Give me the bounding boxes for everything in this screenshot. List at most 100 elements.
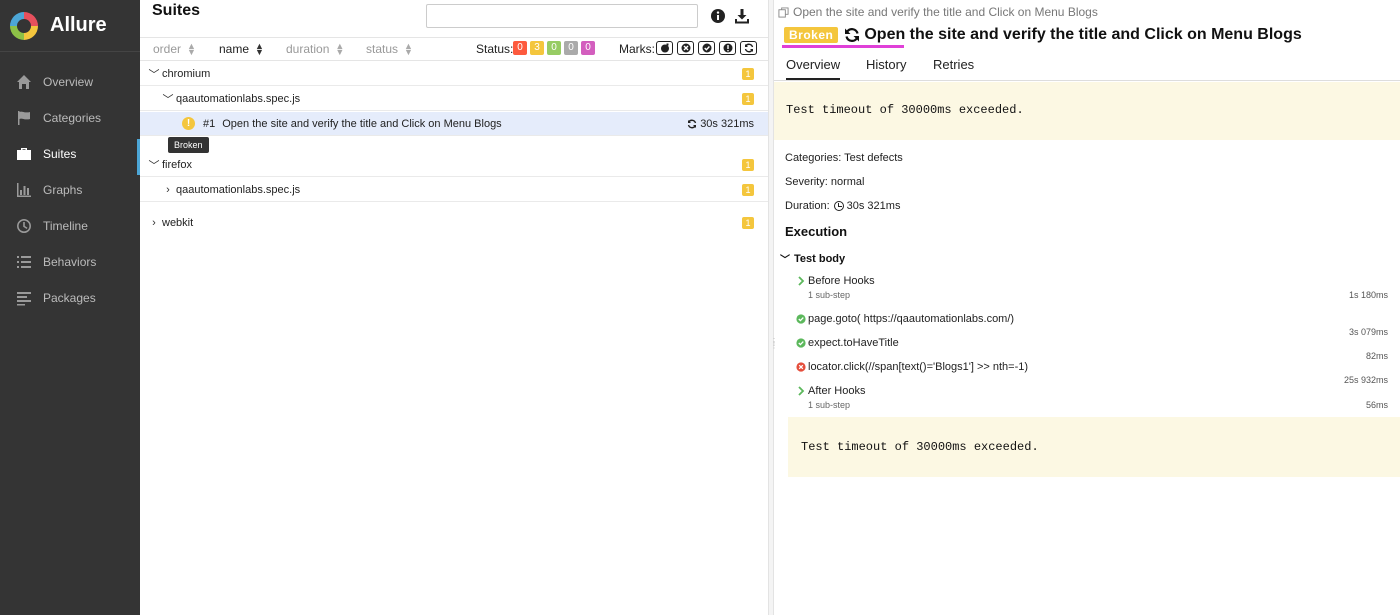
sidebar-item-categories[interactable]: Categories (0, 100, 140, 136)
check-circle-icon (796, 314, 806, 324)
tree-group-webkit[interactable]: › webkit 1 (140, 211, 768, 235)
group-label: qaautomationlabs.spec.js (176, 183, 301, 196)
chevron-down-icon: ﹀ (780, 255, 790, 266)
clock-icon (833, 201, 844, 211)
sidebar-item-label: Suites (43, 147, 77, 161)
step-name: Before Hooks (808, 275, 875, 287)
search-input[interactable] (426, 4, 698, 28)
sort-order[interactable]: order ▲ ▼ (153, 41, 196, 57)
step-substep-count: 1 sub-step (808, 290, 851, 300)
step-locator-click[interactable]: locator.click(//span[text()='Blogs1'] >>… (796, 361, 1028, 373)
chevron-down-icon: ﹀ (148, 159, 160, 172)
step-expect-title[interactable]: expect.toHaveTitle (796, 337, 899, 349)
allure-logo (10, 11, 38, 40)
sidebar-nav: Overview Categories Suites Graphs Timeli… (0, 64, 140, 316)
retries-mark-icon[interactable] (740, 41, 757, 55)
step-error-message: Test timeout of 30000ms exceeded. (788, 417, 1400, 477)
briefcase-icon (15, 146, 33, 162)
tab-retries[interactable]: Retries (933, 57, 974, 72)
info-icon[interactable] (710, 8, 726, 24)
align-left-icon (15, 290, 33, 306)
sidebar-item-timeline[interactable]: Timeline (0, 208, 140, 244)
step-duration: 82ms (1365, 351, 1388, 361)
step-after-hooks[interactable]: After Hooks (796, 385, 865, 397)
copy-icon (778, 6, 789, 18)
step-name: page.goto( https://qaautomationlabs.com/… (808, 313, 1015, 325)
chevron-right-icon: › (166, 183, 170, 196)
sidebar-item-behaviors[interactable]: Behaviors (0, 244, 140, 280)
sort-name-label: name (219, 42, 250, 56)
duration-value: 30s 321ms (846, 200, 901, 212)
breadcrumb[interactable]: Open the site and verify the title and C… (778, 5, 1098, 19)
chevron-right-icon (796, 276, 806, 286)
new-broken-mark-icon[interactable] (719, 41, 736, 55)
sort-name[interactable]: name ▲ ▼ (219, 42, 264, 57)
sort-duration-label: duration (286, 42, 330, 56)
status-unknown-toggle[interactable]: 0 (581, 41, 595, 55)
count-badge: 1 (742, 183, 754, 196)
retry-icon (688, 119, 697, 128)
status-passed-toggle[interactable]: 0 (547, 41, 561, 55)
count-badge: 1 (742, 158, 754, 171)
new-failed-mark-icon[interactable] (677, 41, 694, 55)
group-label: webkit (162, 217, 194, 229)
status-skipped-toggle[interactable]: 0 (564, 41, 578, 55)
check-circle-icon (796, 338, 806, 348)
chevron-right-icon (796, 386, 806, 396)
count-badge: 1 (742, 67, 754, 80)
step-before-hooks[interactable]: Before Hooks (796, 275, 875, 287)
tree-group-chromium[interactable]: ﹀ chromium 1 (140, 62, 768, 86)
duration-text: 30s 321ms (700, 117, 754, 130)
test-body-toggle[interactable]: ﹀ Test body (780, 251, 846, 267)
duration-info: Duration: 30s 321ms (785, 200, 900, 212)
step-duration: 56ms (1365, 400, 1388, 410)
sort-arrows-icon: ▲ ▼ (335, 41, 345, 57)
sort-status[interactable]: status ▲ ▼ (366, 42, 413, 57)
test-number: #1 (203, 117, 216, 130)
step-name: locator.click(//span[text()='Blogs1'] >>… (808, 361, 1029, 373)
chevron-right-icon: › (152, 217, 156, 229)
sort-arrows-icon: ▲ ▼ (187, 41, 196, 57)
sidebar-item-graphs[interactable]: Graphs (0, 172, 140, 208)
step-substep-count: 1 sub-step (808, 400, 851, 410)
sidebar: Allure Overview Categories Suites Graphs… (0, 0, 140, 615)
sidebar-item-packages[interactable]: Packages (0, 280, 140, 316)
test-title: Open the site and verify the title and C… (864, 26, 1302, 43)
sidebar-item-suites[interactable]: Suites (0, 136, 140, 172)
tab-history[interactable]: History (866, 57, 906, 72)
sidebar-item-overview[interactable]: Overview (0, 64, 140, 100)
clock-icon (15, 218, 33, 234)
flaky-mark-icon[interactable] (656, 41, 673, 55)
status-broken-toggle[interactable]: 3 (530, 41, 544, 55)
brand[interactable]: Allure (0, 0, 140, 52)
new-passed-mark-icon[interactable] (698, 41, 715, 55)
severity-info: Severity: normal (785, 176, 865, 188)
breadcrumb-text: Open the site and verify the title and C… (793, 5, 1098, 19)
sort-bar: order ▲ ▼ name ▲ ▼ duration ▲ ▼ status ▲ ▼ S… (140, 37, 768, 61)
broken-status-icon: ! (182, 117, 195, 130)
step-duration: 3s 079ms (1348, 327, 1388, 337)
app-name: Allure (50, 14, 107, 36)
detail-tabs: Overview History Retries (774, 51, 1400, 81)
sort-order-label: order (153, 42, 182, 56)
sort-duration[interactable]: duration ▲ ▼ (286, 41, 345, 57)
sidebar-item-label: Overview (43, 75, 94, 89)
duration-label: Duration: (785, 200, 830, 212)
highlight-underline (782, 45, 904, 48)
tree-group-chromium-file[interactable]: ﹀ qaautomationlabs.spec.js 1 (140, 87, 768, 111)
status-failed-toggle[interactable]: 0 (513, 41, 527, 55)
status-badge: Broken (784, 27, 839, 43)
count-badge: 1 (742, 92, 754, 105)
retry-icon (845, 28, 860, 42)
chevron-down-icon: ﹀ (162, 93, 174, 106)
tab-overview[interactable]: Overview (786, 57, 841, 80)
sidebar-item-label: Behaviors (43, 255, 97, 269)
chevron-down-icon: ﹀ (148, 68, 160, 81)
bar-chart-icon (15, 182, 33, 198)
test-row[interactable]: ! #1 Open the site and verify the title … (140, 112, 768, 136)
test-body-label: Test body (794, 252, 846, 265)
download-icon[interactable] (734, 8, 750, 24)
step-page-goto[interactable]: page.goto( https://qaautomationlabs.com/… (796, 313, 1014, 325)
tree-group-firefox-file[interactable]: › qaautomationlabs.spec.js 1 (140, 178, 768, 202)
tree-group-firefox[interactable]: ﹀ firefox 1 (140, 153, 768, 177)
